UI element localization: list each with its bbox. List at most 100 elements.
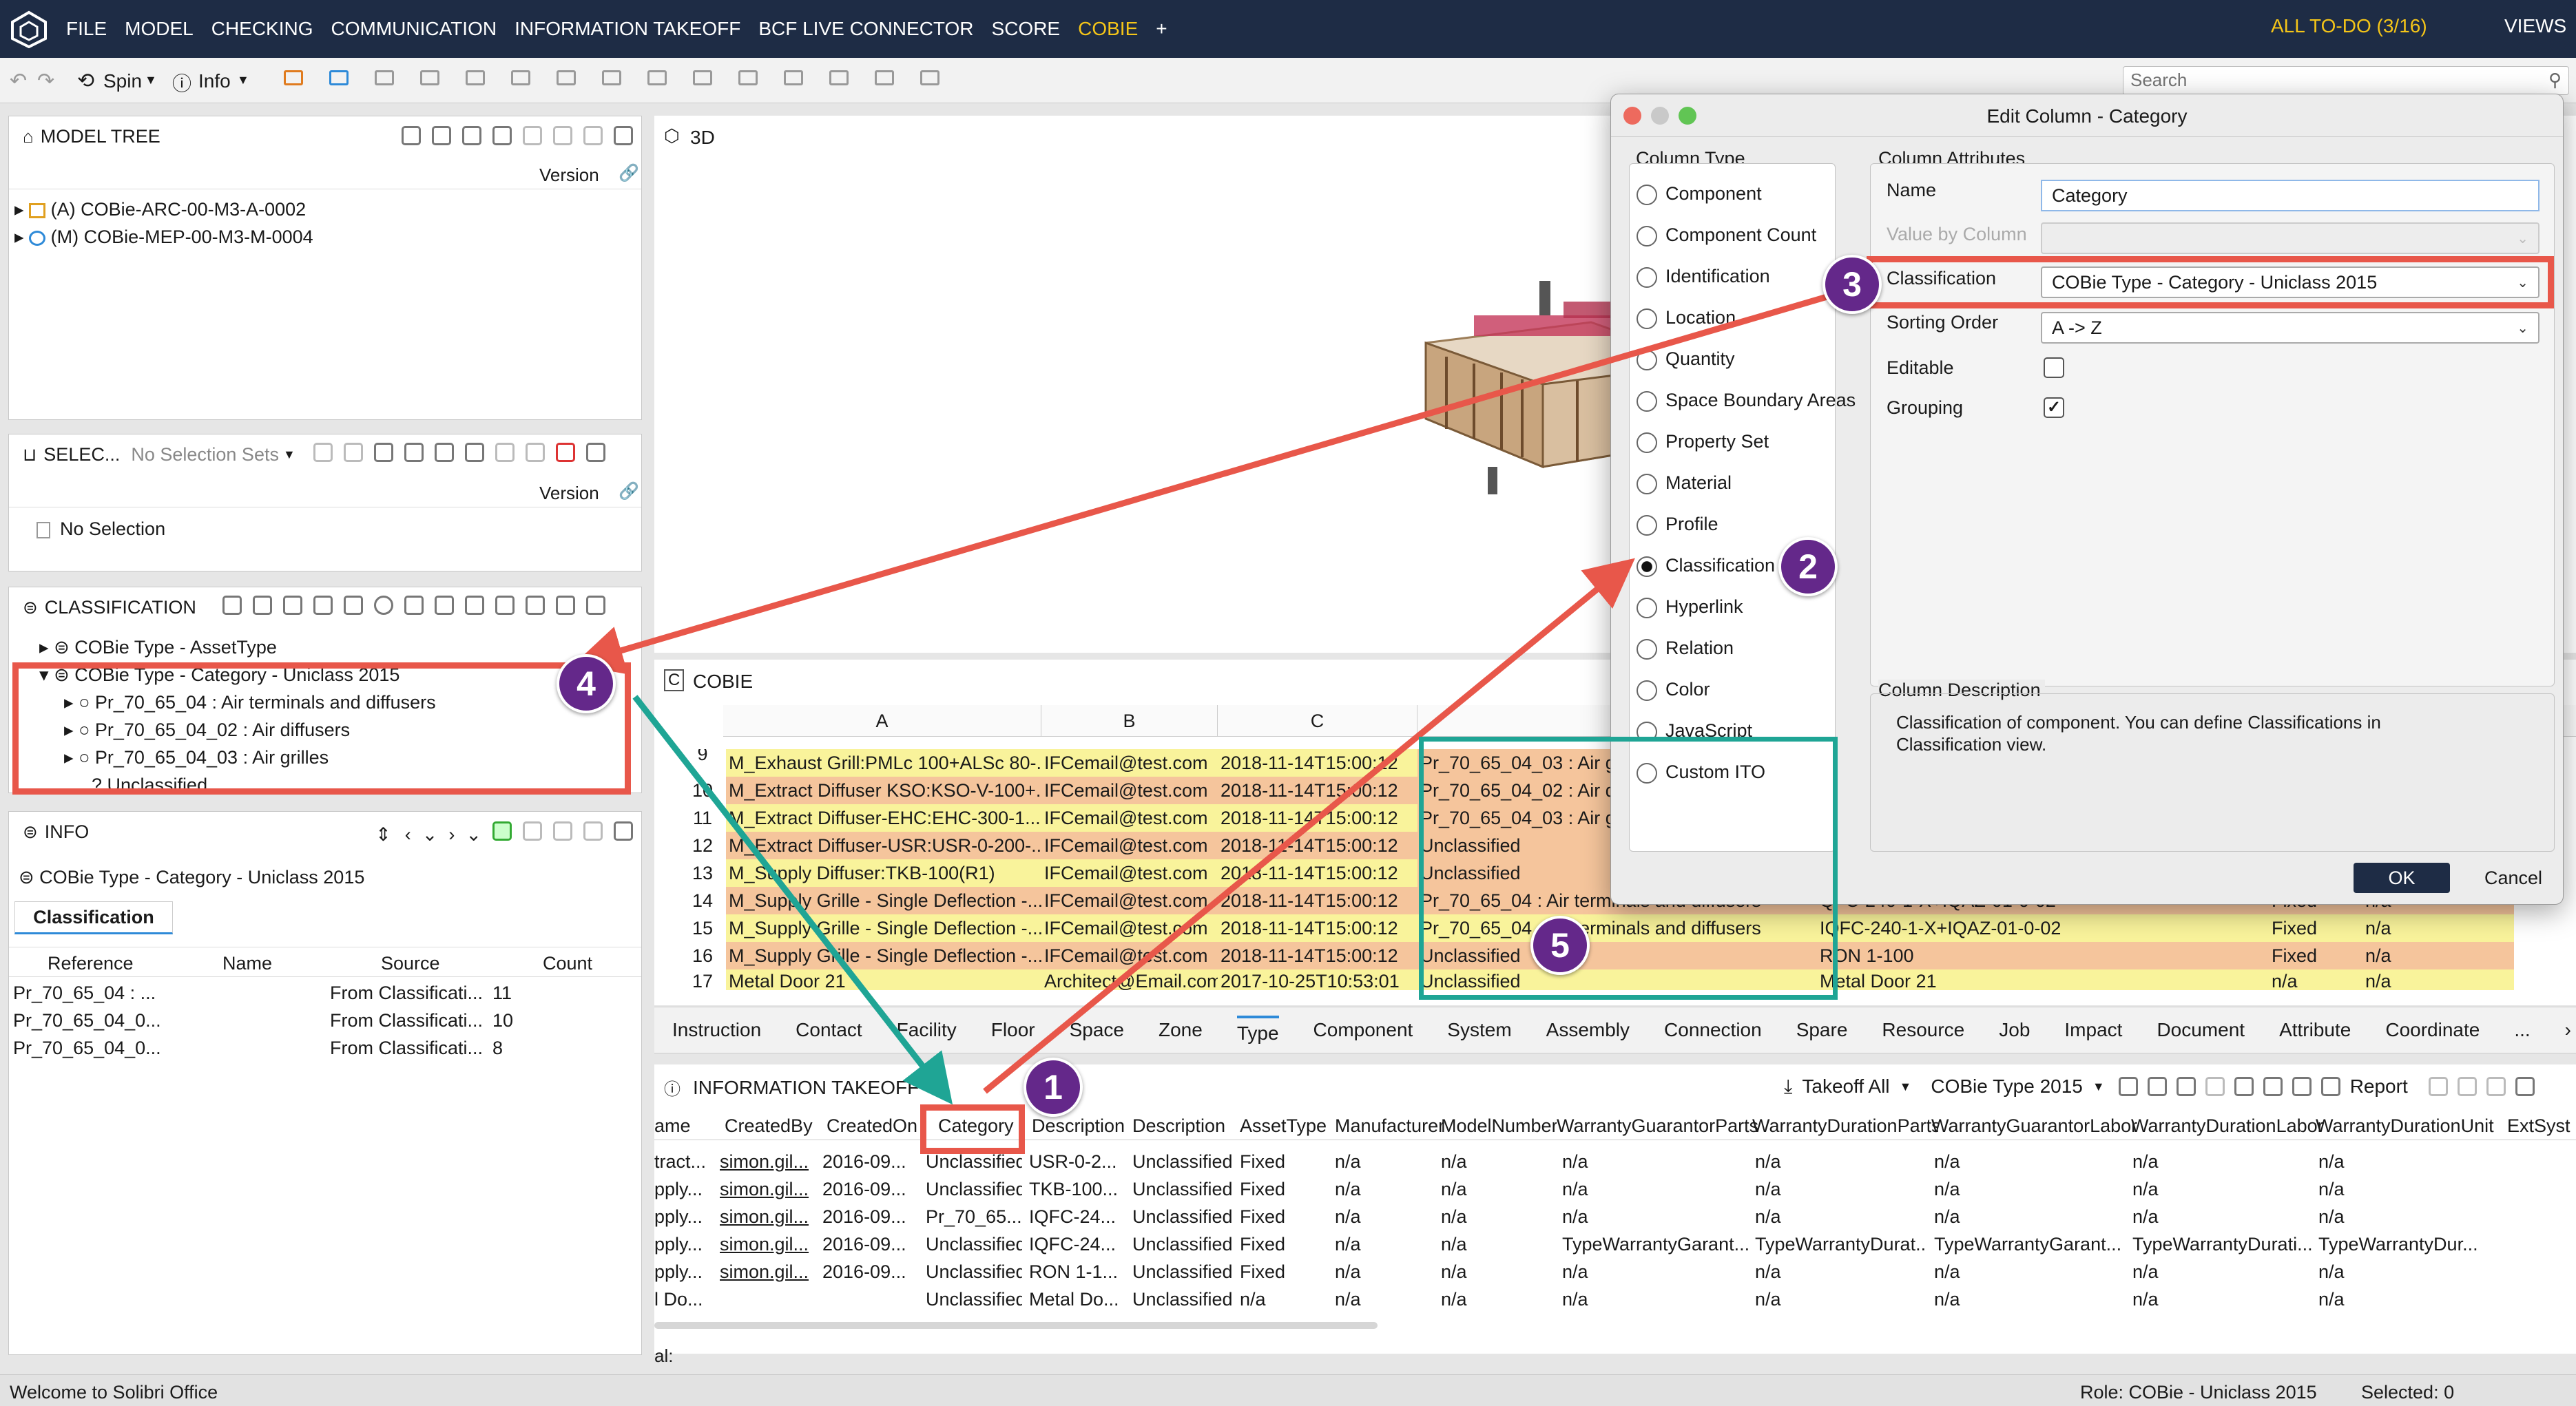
layers-icon[interactable] [784,70,803,85]
hierarchy-icon[interactable] [402,126,421,145]
type-option-color[interactable]: Color [1637,679,1710,701]
hide-tool-icon[interactable] [329,70,349,85]
tree-paste-icon[interactable] [583,126,603,145]
copy-icon[interactable] [2457,1077,2477,1096]
maximize-icon[interactable] [614,821,633,841]
expand-icon[interactable]: ▸ [64,720,74,740]
dataset-dropdown[interactable]: COBie Type 2015 [1931,1076,2083,1098]
column-model-number[interactable]: ModelNumber [1441,1115,1557,1137]
table-row[interactable]: Pr_70_65_04 : ... From Classificati... 1… [9,978,641,1006]
zoom-in-icon[interactable] [602,70,621,85]
column-warranty-duration-labor[interactable]: WarrantyDurationLabor [2131,1115,2324,1137]
column-created-on[interactable]: CreatedOn [827,1115,923,1137]
type-option-location[interactable]: Location [1637,307,1736,329]
tab-resource[interactable]: Resource [1882,1019,1964,1041]
tree-copy-icon[interactable] [553,126,572,145]
tab-system[interactable]: System [1447,1019,1511,1041]
maximize-icon[interactable] [585,442,605,462]
column-ext-system[interactable]: ExtSyst [2507,1115,2576,1137]
column-description-2[interactable]: Description [1132,1115,1229,1137]
menu-information-takeoff[interactable]: INFORMATION TAKEOFF [515,18,740,40]
copy-icon[interactable] [2147,1077,2167,1096]
report-icon[interactable] [2320,1077,2340,1096]
undo-icon[interactable]: ↶ [10,69,27,93]
maximize-icon[interactable] [585,595,605,615]
table-row[interactable]: l Do... Unclassified Metal Do... Unclassifi… [654,1285,2576,1312]
sorting-order-select[interactable]: A -> Z ⌄ [2041,312,2539,344]
solibri-logo-icon[interactable] [10,10,48,49]
expand-icon[interactable]: ▸ [14,199,24,220]
export-icon[interactable] [2234,1077,2254,1096]
chevron-down-icon[interactable]: ⌄ [422,824,438,845]
tab-classification[interactable]: Classification [14,901,173,934]
table-row[interactable]: 16 M_Supply Grille - Single Deflection -… [654,942,2576,969]
tab-instruction[interactable]: Instruction [672,1019,761,1041]
column-a[interactable]: A [723,705,1041,737]
folder-icon[interactable] [343,595,363,615]
tab-component[interactable]: Component [1313,1019,1413,1041]
classification-item-unclassified[interactable]: ? Unclassified [92,775,207,788]
new-file-icon[interactable] [282,595,302,615]
hide-icon[interactable] [404,595,424,615]
type-option-profile[interactable]: Profile [1637,514,1718,536]
menu-score[interactable]: SCORE [992,18,1061,40]
menu-bcf-live-connector[interactable]: BCF LIVE CONNECTOR [758,18,973,40]
type-option-property-set[interactable]: Property Set [1637,431,1769,453]
chevron-down-icon[interactable]: ⌄ [466,824,481,845]
walk-icon[interactable] [829,70,849,85]
import-icon[interactable] [2263,1077,2283,1096]
tab-facility[interactable]: Facility [897,1019,957,1041]
tab-job[interactable]: Job [1999,1019,2030,1041]
measure-icon[interactable] [738,70,758,85]
type-option-material[interactable]: Material [1637,472,1732,494]
table-row[interactable]: pply... simon.gil... 2016-09... Unclassifie… [654,1257,2576,1285]
type-option-space-boundary-areas[interactable]: Space Boundary Areas [1637,390,1856,412]
redo-icon[interactable]: ↷ [37,69,54,93]
classification-item-pr-70-65-04-02[interactable]: ▸ ○ Pr_70_65_04_02 : Air diffusers [64,720,350,741]
selection-sets-dropdown[interactable]: No Selection Sets [131,444,279,465]
horizontal-scrollbar[interactable] [654,1322,1378,1329]
table-row[interactable]: 15 M_Supply Grille - Single Deflection -… [654,914,2576,942]
zoom-fit-icon[interactable] [557,70,576,85]
edit-icon[interactable] [464,595,484,615]
classification-item-category[interactable]: ▾ ⊜ COBie Type - Category - Uniclass 201… [39,664,399,686]
views-button[interactable]: VIEWS [2504,15,2566,37]
menu-file[interactable]: FILE [66,18,107,40]
column-asset-type[interactable]: AssetType [1240,1115,1329,1137]
hierarchy-icon[interactable] [222,595,242,615]
menu-checking[interactable]: CHECKING [211,18,313,40]
takeoff-all-icon[interactable]: ⤓ [1784,1076,1792,1098]
type-option-hyperlink[interactable]: Hyperlink [1637,596,1743,618]
section-icon[interactable] [511,70,530,85]
column-name[interactable]: ame [654,1115,711,1137]
tab-impact[interactable]: Impact [2064,1019,2122,1041]
chevron-right-icon[interactable]: › [2565,1019,2571,1041]
value-by-column-select[interactable]: ⌄ [2041,222,2539,254]
model-item-arc[interactable]: ▸ (A) COBie-ARC-00-M3-A-0002 [14,199,306,220]
tab-spare[interactable]: Spare [1796,1019,1848,1041]
tab-contact[interactable]: Contact [796,1019,862,1041]
type-option-javascript[interactable]: JavaScript [1637,720,1752,741]
gear-icon[interactable] [920,70,939,85]
zoom-out-icon[interactable] [647,70,667,85]
table-row[interactable]: tract... simon.gil... 2016-09... Unclassifi… [654,1147,2576,1175]
gear-icon[interactable] [434,595,454,615]
chevron-down-icon[interactable]: ▼ [2092,1080,2105,1094]
paste-icon[interactable] [2486,1077,2506,1096]
table-row[interactable]: 17 Metal Door 21 Architect@Email.com 201… [654,969,2576,990]
stack-icon[interactable] [875,70,894,85]
column-c[interactable]: C [1218,705,1417,737]
type-option-identification[interactable]: Identification [1637,266,1770,288]
column-warranty-guarantor-labor[interactable]: WarrantyGuarantorLabor [1931,1115,2138,1137]
table-row[interactable]: pply... simon.gil... 2016-09... Pr_70_65...… [654,1202,2576,1230]
column-description[interactable]: Description [1032,1115,1127,1137]
model-item-mep[interactable]: ▸ (M) COBie-MEP-00-M3-M-0004 [14,227,313,248]
fly-tool-icon[interactable] [420,70,439,85]
cancel-button[interactable]: Cancel [2465,863,2562,893]
menu-add[interactable]: + [1156,18,1167,40]
column-source[interactable]: Source [381,953,440,974]
table-row[interactable]: Pr_70_65_04_0... From Classificati... 8 [9,1033,641,1061]
hierarchy-icon[interactable] [373,442,393,462]
no-selection-item[interactable]: No Selection [37,518,165,540]
menu-communication[interactable]: COMMUNICATION [331,18,497,40]
